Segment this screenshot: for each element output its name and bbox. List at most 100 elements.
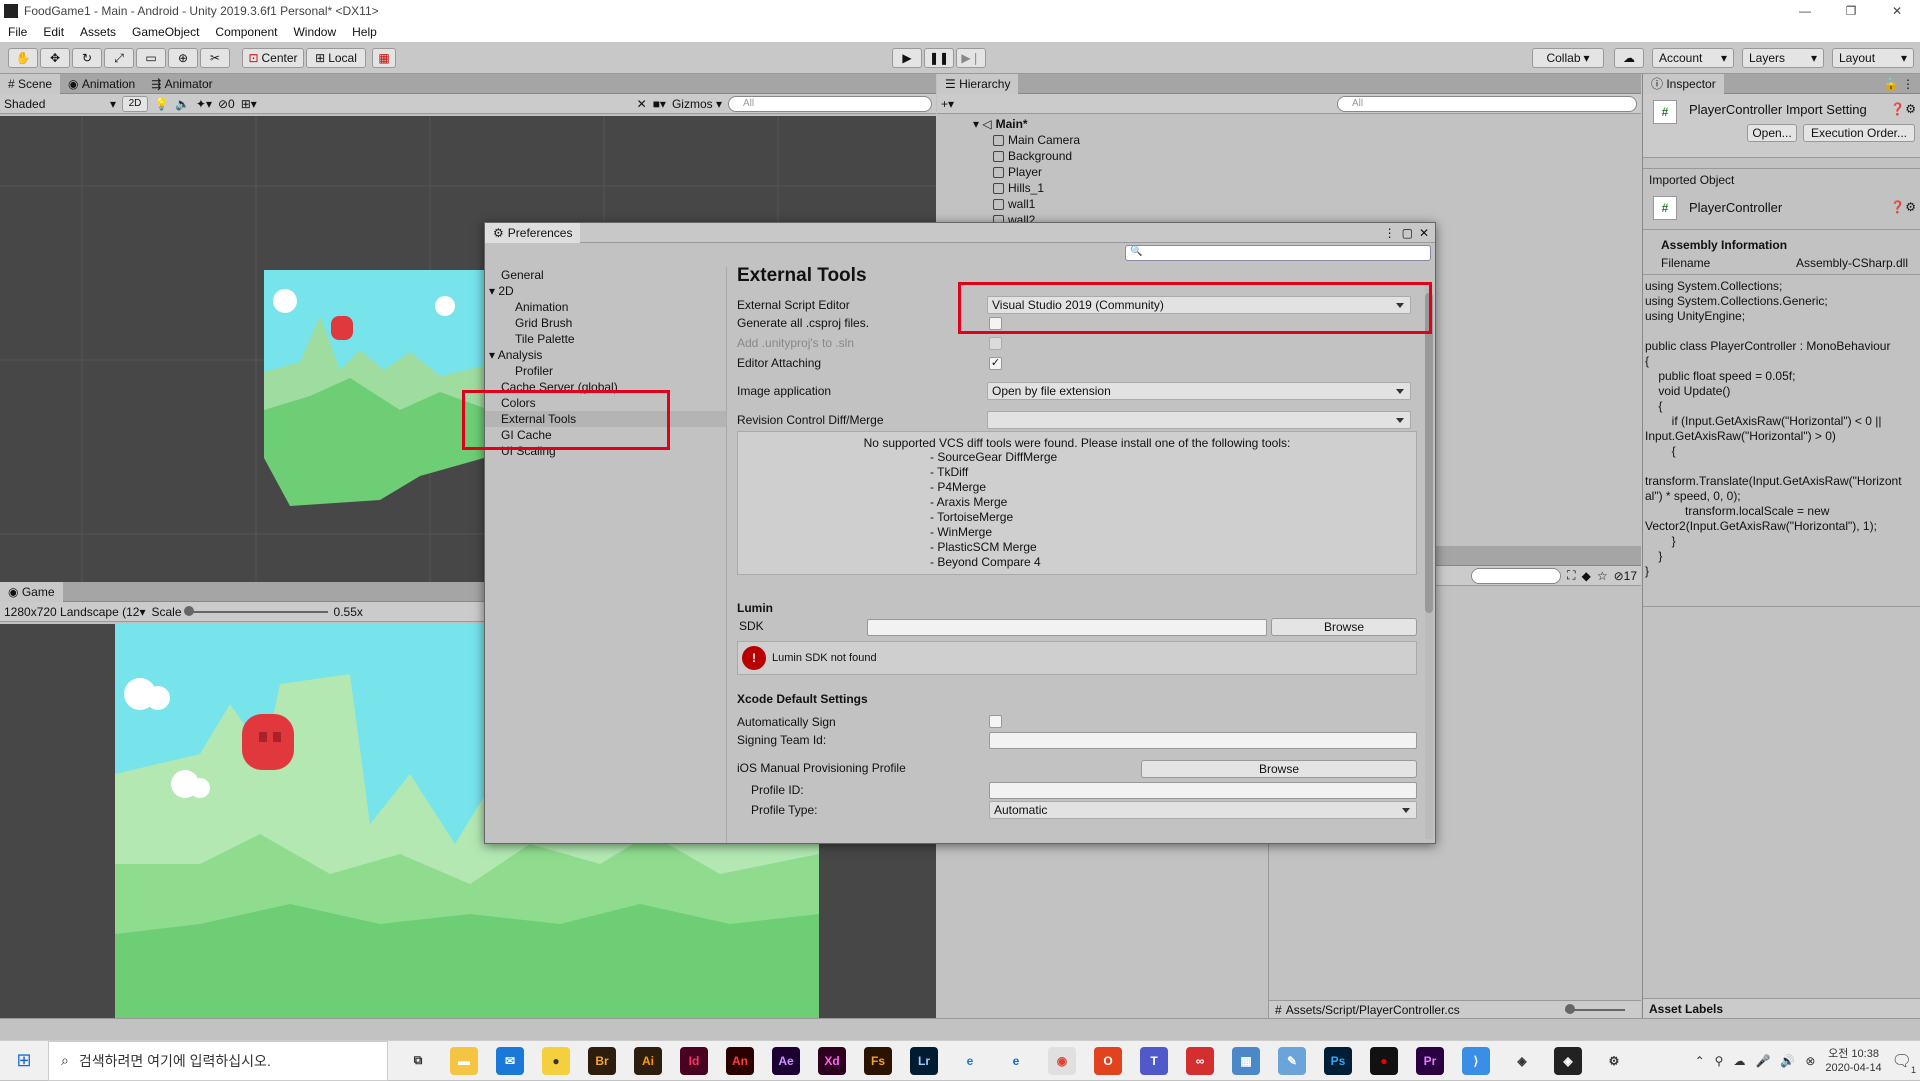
help-icon[interactable]: ❓⚙ [1890, 102, 1916, 116]
close-button[interactable]: ✕ [1874, 0, 1920, 22]
editor-attaching-checkbox[interactable]: ✓ [989, 357, 1002, 370]
profile-id-input[interactable] [989, 782, 1417, 799]
favorite-icon[interactable]: ☆ [1597, 569, 1608, 583]
hidden-packages-icon[interactable]: ⊘17 [1614, 569, 1637, 583]
chrome-icon[interactable]: ◉ [1048, 1046, 1076, 1075]
teams-icon[interactable]: T [1140, 1046, 1168, 1075]
help-icon[interactable]: ❓⚙ [1890, 200, 1916, 214]
menu-window[interactable]: Window [285, 25, 344, 39]
nav-cache-server[interactable]: Cache Server (global) [485, 379, 726, 395]
icon-size-slider[interactable] [1565, 1003, 1625, 1014]
tab-inspector[interactable]: ⓘ Inspector [1643, 73, 1724, 94]
pivot-local-button[interactable]: ⊞ Local [306, 48, 366, 68]
ie-icon[interactable]: e [956, 1047, 984, 1075]
shading-dropdown[interactable]: Shaded ▾ [4, 97, 116, 111]
menu-assets[interactable]: Assets [72, 25, 124, 39]
rect-tool-icon[interactable]: ▭ [136, 48, 166, 68]
scale-slider[interactable] [183, 605, 328, 616]
tools-icon[interactable]: ✕ [637, 97, 647, 111]
nav-gi-cache[interactable]: GI Cache [485, 427, 726, 443]
gen-csproj-checkbox[interactable] [989, 317, 1002, 330]
nav-ui-scaling[interactable]: UI Scaling [485, 443, 726, 459]
menu-kebab-icon[interactable]: ⋮ [1384, 226, 1396, 240]
filter-label-icon[interactable]: ◆ [1582, 569, 1591, 583]
bridge-icon[interactable]: Br [588, 1046, 616, 1075]
settings-icon[interactable]: ⚙ [1600, 1047, 1628, 1075]
notepad-icon[interactable]: ✎ [1278, 1046, 1306, 1075]
lightbulb-icon[interactable]: 💡 [154, 97, 169, 111]
hierarchy-item[interactable]: Hills_1 [973, 180, 1641, 196]
taskbar-search-input[interactable]: ⌕ 검색하려면 여기에 입력하십시오. [48, 1040, 388, 1081]
task-view-icon[interactable]: ⧉ [404, 1047, 432, 1075]
onedrive-icon[interactable]: ☁ [1733, 1054, 1745, 1068]
indesign-icon[interactable]: Id [680, 1046, 708, 1075]
volume-icon[interactable]: 🔊 [1780, 1054, 1795, 1068]
calculator-icon[interactable]: ▦ [1232, 1046, 1260, 1075]
edge-icon[interactable]: e [1002, 1047, 1030, 1075]
notification-icon[interactable]: 🗨 1 [1892, 1051, 1916, 1075]
after-effects-icon[interactable]: Ae [772, 1046, 800, 1075]
layout-dropdown[interactable]: Layout ▾ [1832, 48, 1914, 68]
pause-button[interactable]: ❚❚ [924, 48, 954, 68]
camera-icon[interactable]: ■▾ [653, 97, 666, 111]
account-dropdown[interactable]: Account ▾ [1652, 48, 1734, 68]
nav-colors[interactable]: Colors [485, 395, 726, 411]
project-search-input[interactable] [1471, 567, 1562, 584]
menu-edit[interactable]: Edit [35, 25, 72, 39]
close-icon[interactable]: ✕ [1419, 226, 1429, 240]
unity-icon[interactable]: ◈ [1554, 1046, 1582, 1075]
xd-icon[interactable]: Xd [818, 1046, 846, 1075]
play-button[interactable]: ▶ [892, 48, 922, 68]
maximize-button[interactable]: ❐ [1828, 0, 1874, 22]
windows-start-icon[interactable]: ⊞ [0, 1050, 48, 1071]
scene-search-input[interactable]: All [728, 95, 932, 112]
team-id-input[interactable] [989, 732, 1417, 749]
lumin-sdk-input[interactable] [867, 619, 1267, 636]
photoshop-icon[interactable]: Ps [1324, 1046, 1352, 1075]
lightroom-icon[interactable]: Lr [910, 1046, 938, 1075]
kakaotalk-icon[interactable]: ● [542, 1046, 570, 1075]
nav-animation[interactable]: Animation [485, 299, 726, 315]
file-explorer-icon[interactable]: ▬ [450, 1046, 478, 1075]
chevron-up-icon[interactable]: ⌃ [1695, 1054, 1705, 1068]
hierarchy-item[interactable]: Main Camera [973, 132, 1641, 148]
grid-snap-icon[interactable]: ▦ [372, 48, 396, 68]
layers-dropdown[interactable]: Layers ▾ [1742, 48, 1824, 68]
network-icon[interactable]: ⚲ [1715, 1054, 1724, 1068]
menu-file[interactable]: File [0, 25, 35, 39]
premiere-icon[interactable]: Pr [1416, 1046, 1444, 1075]
nav-analysis[interactable]: ▾ Analysis [485, 347, 726, 363]
fuse-icon[interactable]: Fs [864, 1046, 892, 1075]
maximize-icon[interactable]: ▢ [1402, 226, 1413, 240]
mode-2d-button[interactable]: 2D [122, 95, 148, 112]
execution-order-button[interactable]: Execution Order... [1803, 124, 1915, 142]
auto-sign-checkbox[interactable] [989, 715, 1002, 728]
nav-grid-brush[interactable]: Grid Brush [485, 315, 726, 331]
move-tool-icon[interactable]: ✥ [40, 48, 70, 68]
cloud-icon[interactable]: ☁ [1614, 48, 1644, 68]
scale-slider-thumb[interactable] [183, 605, 194, 616]
tab-hierarchy[interactable]: ☰ Hierarchy [937, 73, 1019, 94]
tab-animator[interactable]: ⇶ Animator [143, 74, 220, 94]
menu-gameobject[interactable]: GameObject [124, 25, 207, 39]
custom-tool-icon[interactable]: ✂ [200, 48, 230, 68]
unity-hub-icon[interactable]: ◈ [1508, 1047, 1536, 1075]
image-app-dropdown[interactable]: Open by file extension [987, 382, 1411, 400]
visibility-icon[interactable]: ⊘0 [218, 97, 235, 111]
profile-type-dropdown[interactable]: Automatic [989, 801, 1417, 819]
hierarchy-item[interactable]: Player [973, 164, 1641, 180]
preferences-search-input[interactable]: 🔍 [1125, 245, 1431, 261]
add-icon[interactable]: +▾ [941, 97, 954, 111]
menu-help[interactable]: Help [344, 25, 385, 39]
record-icon[interactable]: ● [1370, 1046, 1398, 1075]
add-unityproj-checkbox[interactable] [989, 337, 1002, 350]
hand-tool-icon[interactable]: ✋ [8, 48, 38, 68]
pivot-center-button[interactable]: ⊡ Center [242, 48, 304, 68]
hierarchy-item[interactable]: Background [973, 148, 1641, 164]
vscode-icon[interactable]: ⟩ [1462, 1046, 1490, 1075]
transform-tool-icon[interactable]: ⊕ [168, 48, 198, 68]
grid-icon[interactable]: ⊞▾ [241, 97, 257, 111]
office-icon[interactable]: O [1094, 1046, 1122, 1075]
collab-dropdown[interactable]: Collab ▾ [1532, 48, 1604, 68]
ios-browse-button[interactable]: Browse [1141, 760, 1417, 778]
